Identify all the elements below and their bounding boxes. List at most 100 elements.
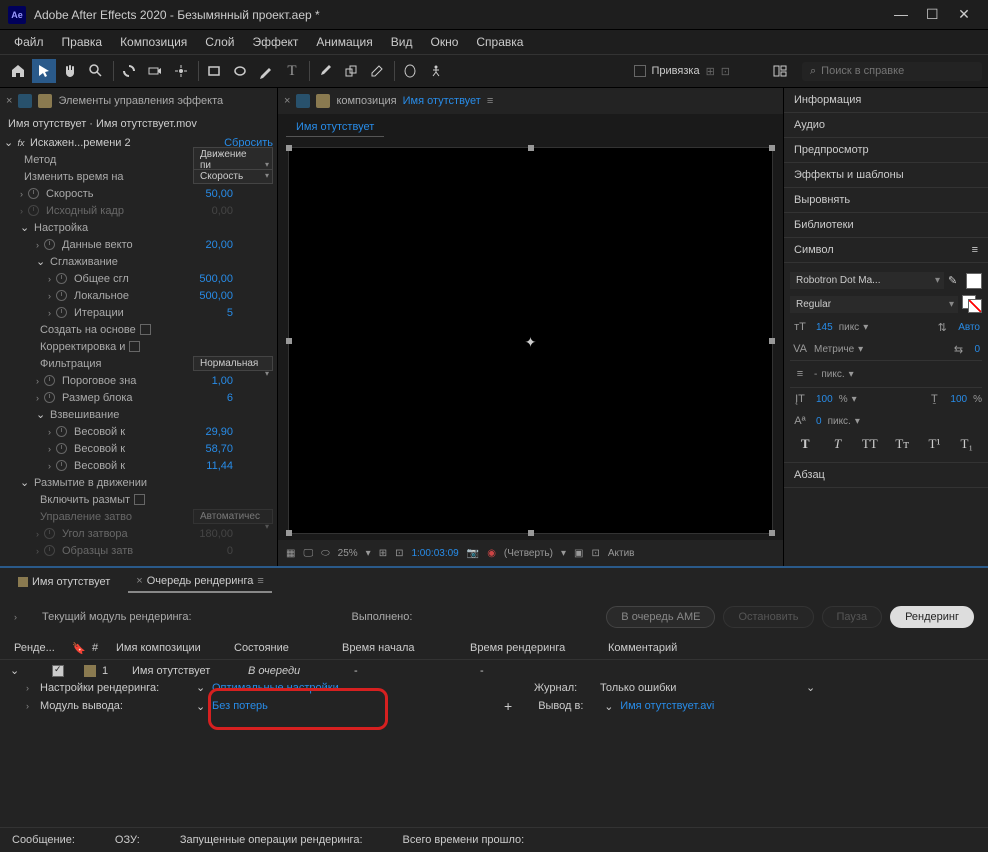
handle-icon[interactable] — [769, 145, 775, 151]
item-twirl[interactable]: ⌄ — [10, 664, 20, 677]
render-checkbox[interactable] — [52, 665, 64, 677]
stopwatch-icon[interactable] — [56, 307, 67, 318]
composition-viewport[interactable]: ✦ — [288, 147, 773, 534]
selection-tool[interactable] — [32, 59, 56, 83]
close-button[interactable]: ✕ — [958, 6, 970, 23]
menu-composition[interactable]: Композиция — [112, 32, 195, 52]
speed-twirl[interactable]: › — [20, 189, 28, 199]
handle-icon[interactable] — [769, 338, 775, 344]
pan-behind-tool[interactable] — [169, 59, 193, 83]
snapshot-icon[interactable]: 📷 — [467, 548, 479, 559]
font-size-value[interactable]: 145 — [816, 322, 833, 333]
smoothing-twirl[interactable]: ⌄ — [36, 255, 46, 268]
puppet-tool[interactable] — [424, 59, 448, 83]
filtering-dropdown[interactable]: Нормальная — [193, 356, 273, 371]
character-panel-header[interactable]: Символ≡ — [784, 238, 988, 263]
mask-icon[interactable]: ⬭ — [321, 548, 330, 559]
smallcaps-button[interactable]: Tᴛ — [893, 436, 911, 452]
output-twirl[interactable]: › — [26, 701, 34, 711]
allcaps-button[interactable]: TT — [861, 436, 879, 452]
anchor-point-icon[interactable]: ✦ — [524, 334, 538, 348]
stopwatch-icon[interactable] — [56, 460, 67, 471]
snap-checkbox[interactable] — [634, 65, 646, 77]
output-file-link[interactable]: Имя отутствует.avi — [620, 700, 714, 712]
tuning-twirl[interactable]: ⌄ — [20, 221, 30, 234]
render-settings-link[interactable]: Оптимальные настройки — [212, 682, 392, 694]
vscale-value[interactable]: 100 — [816, 394, 833, 405]
home-tool[interactable] — [6, 59, 30, 83]
module-twirl[interactable]: › — [14, 612, 22, 622]
orbit-tool[interactable] — [117, 59, 141, 83]
iterations-value[interactable]: 5 — [227, 307, 233, 319]
snap-more-icon[interactable]: ⊡ — [721, 65, 730, 78]
roi-icon[interactable]: ⊡ — [395, 548, 403, 559]
menu-view[interactable]: Вид — [383, 32, 421, 52]
log-dropdown[interactable]: Только ошибки — [600, 682, 800, 694]
resolution-icon[interactable]: ⊞ — [379, 548, 387, 559]
weighting-twirl[interactable]: ⌄ — [36, 408, 46, 421]
channel-icon[interactable]: ◉ — [487, 548, 496, 559]
camera-tool[interactable] — [143, 59, 167, 83]
menu-file[interactable]: Файл — [6, 32, 52, 52]
paragraph-panel-header[interactable]: Абзац — [784, 463, 988, 488]
kerning-value[interactable]: Метриче — [814, 344, 854, 355]
output-module-link[interactable]: Без потерь — [212, 700, 392, 712]
weight-r-value[interactable]: 29,90 — [205, 426, 233, 438]
view-icon[interactable]: ▣ — [574, 548, 583, 559]
timecode[interactable]: 1:00:03:09 — [411, 548, 458, 559]
menu-layer[interactable]: Слой — [197, 32, 242, 52]
info-panel-header[interactable]: Информация — [784, 88, 988, 113]
workspace-icon[interactable] — [768, 59, 792, 83]
vector-value[interactable]: 20,00 — [205, 239, 233, 251]
display-icon[interactable]: 🖵 — [303, 548, 313, 559]
leading-value[interactable]: Авто — [958, 322, 980, 333]
stroke-value[interactable]: - — [814, 369, 817, 380]
stopwatch-icon[interactable] — [28, 188, 39, 199]
handle-icon[interactable] — [286, 530, 292, 536]
menu-edit[interactable]: Правка — [54, 32, 111, 52]
active-camera[interactable]: Актив — [608, 548, 635, 559]
eyedropper-icon[interactable]: ✎ — [948, 274, 962, 288]
clone-tool[interactable] — [339, 59, 363, 83]
panel-close-icon[interactable]: × — [6, 95, 12, 107]
text-tool[interactable]: T — [280, 59, 304, 83]
ellipse-tool[interactable] — [228, 59, 252, 83]
panel-menu-icon[interactable]: ≡ — [972, 244, 978, 256]
zoom-dropdown[interactable]: 25% — [338, 548, 358, 559]
fx-icon[interactable]: fx — [14, 137, 28, 149]
comp-menu-icon[interactable]: ≡ — [487, 95, 493, 107]
preview-panel-header[interactable]: Предпросмотр — [784, 138, 988, 163]
font-family-dropdown[interactable]: Robotron Dot Ma... — [790, 272, 944, 289]
subscript-button[interactable]: T₁ — [958, 436, 976, 452]
pen-tool[interactable] — [254, 59, 278, 83]
add-output-icon[interactable]: + — [504, 698, 512, 714]
speed-value[interactable]: 50,00 — [205, 188, 233, 200]
block-value[interactable]: 6 — [227, 392, 233, 404]
menu-effect[interactable]: Эффект — [244, 32, 306, 52]
menu-help[interactable]: Справка — [468, 32, 531, 52]
superscript-button[interactable]: T¹ — [925, 436, 943, 452]
weight-g-value[interactable]: 58,70 — [205, 443, 233, 455]
help-search[interactable]: ⌕ — [802, 62, 982, 81]
stopwatch-icon[interactable] — [56, 443, 67, 454]
motion-blur-twirl[interactable]: ⌄ — [20, 476, 30, 489]
handle-icon[interactable] — [769, 530, 775, 536]
local-sm-value[interactable]: 500,00 — [199, 290, 233, 302]
hscale-value[interactable]: 100 — [950, 394, 967, 405]
queue-ame-button[interactable]: В очередь AME — [606, 606, 715, 628]
hand-tool[interactable] — [58, 59, 82, 83]
handle-icon[interactable] — [286, 338, 292, 344]
minimize-button[interactable]: — — [894, 6, 906, 23]
retime-dropdown[interactable]: Скорость — [193, 169, 273, 184]
render-queue-tab[interactable]: × Очередь рендеринга ≡ — [128, 571, 272, 593]
handle-icon[interactable] — [286, 145, 292, 151]
comp-close-icon[interactable]: × — [284, 95, 290, 107]
stopwatch-icon[interactable] — [56, 426, 67, 437]
stroke-color-swatch[interactable] — [962, 295, 982, 313]
bold-button[interactable]: T — [796, 436, 814, 452]
effect-controls-tab[interactable]: Элементы управления эффекта — [58, 95, 223, 107]
brush-tool[interactable] — [313, 59, 337, 83]
menu-window[interactable]: Окно — [422, 32, 466, 52]
baseline-value[interactable]: 0 — [816, 416, 822, 427]
libraries-panel-header[interactable]: Библиотеки — [784, 213, 988, 238]
